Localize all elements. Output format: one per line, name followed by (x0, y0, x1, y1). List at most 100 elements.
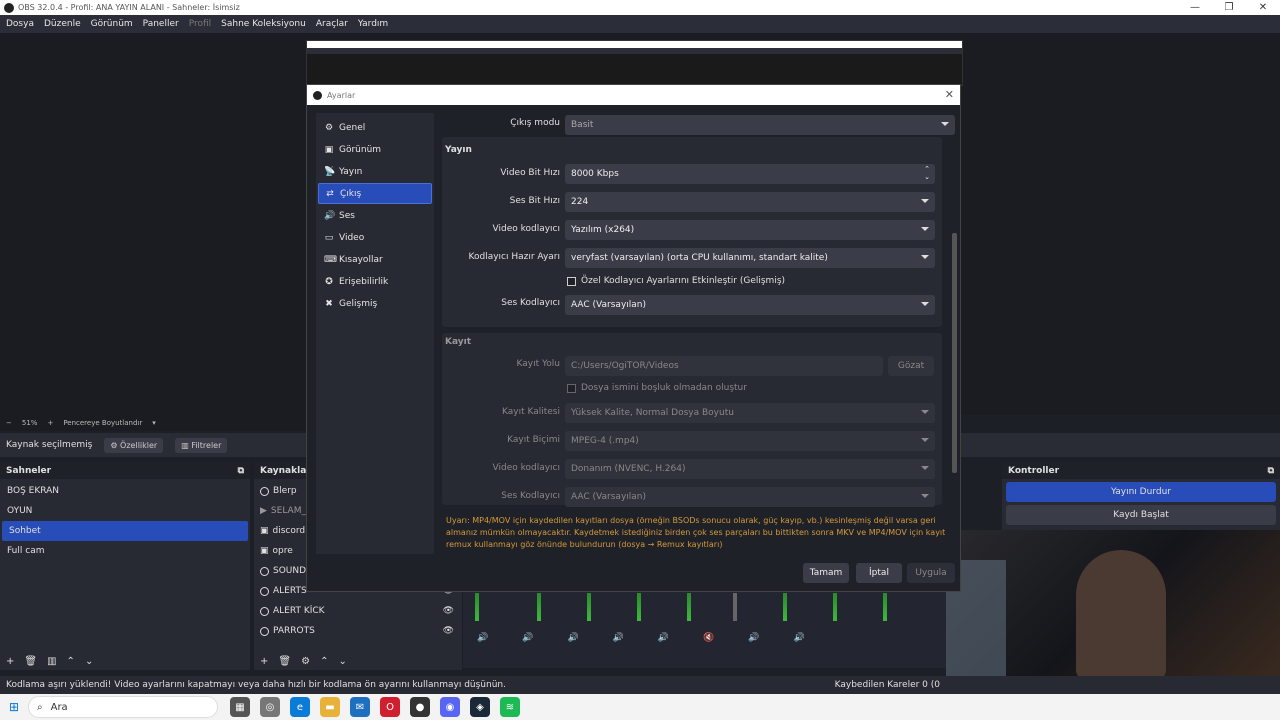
output-mode-value: Basit (571, 120, 594, 130)
menu-scene-collection[interactable]: Sahne Koleksiyonu (221, 19, 306, 29)
nav-accessibility[interactable]: ✪ Erişebilirlik (318, 271, 432, 292)
nav-hotkeys[interactable]: ⌨ Kısayollar (318, 249, 432, 270)
edge-icon[interactable]: e (290, 697, 310, 717)
speaker-icon[interactable]: 🔊 (794, 633, 805, 643)
zoom-in-button[interactable]: + (47, 419, 53, 427)
move-down-icon[interactable]: ⌄ (85, 656, 93, 667)
record-format-label: Kayıt Biçimi (507, 435, 560, 445)
file-explorer-icon[interactable]: ▬ (320, 697, 340, 717)
nav-appearance[interactable]: ▣ Görünüm (318, 139, 432, 160)
opera-icon[interactable]: O (380, 697, 400, 717)
move-up-icon[interactable]: ⌃ (67, 656, 75, 667)
move-up-icon[interactable]: ⌃ (320, 656, 328, 667)
rec-video-encoder-select[interactable]: Donanım (NVENC, H.264) (565, 459, 935, 479)
speaker-icon[interactable]: 🔊 (522, 633, 533, 643)
scene-item[interactable]: Full cam (0, 541, 250, 561)
cancel-button[interactable]: İptal (856, 563, 902, 583)
window-title: OBS 32.0.4 - Profil: ANA YAYIN ALANI - S… (18, 3, 240, 12)
no-space-checkbox[interactable]: Dosya ismini boşluk olmadan oluştur (567, 383, 747, 393)
menu-help[interactable]: Yardım (358, 19, 388, 29)
close-button[interactable]: ✕ (1246, 0, 1280, 15)
visibility-eye-icon[interactable]: 👁 (443, 606, 454, 616)
fit-to-window[interactable]: Pencereye Boyutlandır (63, 419, 142, 427)
visibility-eye-icon[interactable]: 👁 (443, 626, 454, 636)
discord-icon[interactable]: ◉ (440, 697, 460, 717)
streamer-image (1076, 550, 1166, 680)
widgets-icon[interactable]: ◎ (260, 697, 280, 717)
speaker-icon[interactable]: 🔊 (748, 633, 759, 643)
speaker-icon[interactable]: 🔊 (613, 633, 624, 643)
record-quality-label: Kayıt Kalitesi (502, 407, 560, 417)
custom-encoder-checkbox[interactable]: Özel Kodlayıcı Ayarlarını Etkinleştir (G… (567, 276, 785, 286)
task-view-icon[interactable]: ▦ (230, 697, 250, 717)
properties-label: Özellikler (120, 440, 158, 450)
nav-advanced[interactable]: ✖ Gelişmiş (318, 293, 432, 314)
stop-stream-button[interactable]: Yayını Durdur (1006, 482, 1276, 502)
source-item[interactable]: ALERT KİCK 👁 (254, 601, 462, 621)
undock-icon[interactable]: ⧉ (1268, 466, 1274, 476)
start-record-button[interactable]: Kaydı Başlat (1006, 505, 1276, 525)
video-encoder-select[interactable]: Yazılım (x264) (565, 220, 935, 240)
windows-start-icon[interactable]: ⊞ (0, 700, 28, 714)
scene-item[interactable]: OYUN (0, 501, 250, 521)
move-down-icon[interactable]: ⌄ (338, 656, 346, 667)
settings-title-bar: Ayarlar ✕ (307, 85, 960, 105)
close-icon[interactable]: ✕ (945, 88, 954, 101)
output-mode-select[interactable]: Basit (565, 115, 955, 135)
spinner-arrows-icon[interactable]: ⌃ ⌄ (924, 165, 930, 181)
scene-item-active[interactable]: Sohbet (2, 521, 248, 541)
speaker-muted-icon[interactable]: 🔇 (703, 633, 714, 643)
checkbox-box[interactable] (567, 383, 576, 393)
nav-video[interactable]: ▭ Video (318, 227, 432, 248)
ok-button[interactable]: Tamam (803, 563, 849, 583)
menu-profile[interactable]: Profil (189, 19, 211, 29)
nav-stream[interactable]: 📡 Yayın (318, 161, 432, 182)
settings-scrollbar[interactable] (952, 233, 957, 473)
record-format-select[interactable]: MPEG-4 (.mp4) (565, 431, 935, 451)
menu-file[interactable]: Dosya (6, 19, 34, 29)
undock-icon[interactable]: ⧉ (238, 466, 244, 476)
mail-icon[interactable]: ✉ (350, 697, 370, 717)
obs-icon[interactable]: ● (410, 697, 430, 717)
record-path-input[interactable]: C:/Users/OgiTOR/Videos (565, 356, 883, 376)
scene-item[interactable]: BOŞ EKRAN (0, 481, 250, 501)
speaker-icon[interactable]: 🔊 (567, 633, 578, 643)
maximize-button[interactable]: ❐ (1212, 0, 1246, 15)
menu-view[interactable]: Görünüm (91, 19, 133, 29)
audio-bitrate-select[interactable]: 224 (565, 192, 935, 212)
spotify-icon[interactable]: ≋ (500, 697, 520, 717)
checkbox-box[interactable] (567, 276, 576, 286)
menu-edit[interactable]: Düzenle (44, 19, 81, 29)
nav-general[interactable]: ⚙ Genel (318, 117, 432, 138)
rec-audio-encoder-select[interactable]: AAC (Varsayılan) (565, 487, 935, 507)
apply-button[interactable]: Uygula (907, 563, 955, 583)
record-quality-select[interactable]: Yüksek Kalite, Normal Dosya Boyutu (565, 403, 935, 423)
filters-button[interactable]: ▥ Filtreler (175, 437, 228, 453)
video-bitrate-spinbox[interactable]: 8000 Kbps ⌃ ⌄ (565, 164, 935, 184)
speaker-icon[interactable]: 🔊 (477, 633, 488, 643)
add-scene-icon[interactable]: + (6, 656, 14, 667)
minimize-button[interactable]: — (1178, 0, 1212, 15)
browse-button[interactable]: Gözat (888, 356, 934, 376)
chevron-down-icon (921, 466, 929, 470)
source-settings-icon[interactable]: ⚙ (301, 656, 310, 667)
menu-docks[interactable]: Paneller (143, 19, 179, 29)
remove-scene-icon[interactable]: 🗑 (24, 656, 37, 667)
chevron-down-icon[interactable]: ▾ (152, 419, 156, 427)
filters-label: Filtreler (191, 440, 222, 450)
zoom-out-button[interactable]: − (6, 419, 12, 427)
encoder-preset-select[interactable]: veryfast (varsayılan) (orta CPU kullanım… (565, 248, 935, 268)
speaker-icon[interactable]: 🔊 (658, 633, 669, 643)
source-item[interactable]: PARROTS 👁 (254, 621, 462, 641)
steam-icon[interactable]: ◈ (470, 697, 490, 717)
add-source-icon[interactable]: + (260, 656, 268, 667)
scene-filters-icon[interactable]: ▥ (47, 656, 56, 667)
nav-output[interactable]: ⇄ Çıkış (318, 183, 432, 204)
taskbar-search[interactable]: ⌕ Ara (28, 696, 218, 718)
audio-encoder-select[interactable]: AAC (Varsayılan) (565, 295, 935, 315)
remove-source-icon[interactable]: 🗑 (278, 656, 291, 667)
properties-button[interactable]: ⚙ Özellikler (104, 437, 164, 453)
encoder-preset-label: Kodlayıcı Hazır Ayarı (468, 252, 560, 262)
menu-tools[interactable]: Araçlar (316, 19, 348, 29)
nav-audio[interactable]: 🔊 Ses (318, 205, 432, 226)
